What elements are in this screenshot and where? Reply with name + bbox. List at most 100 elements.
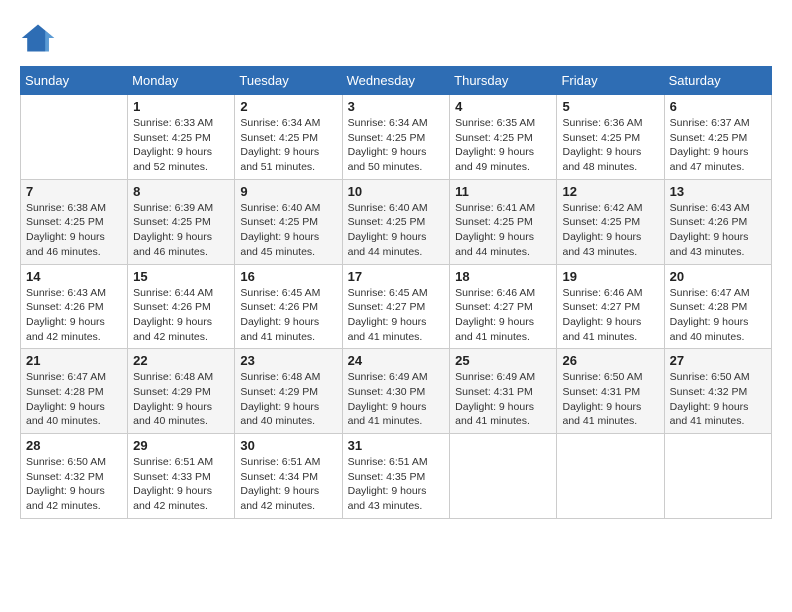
calendar-cell: 4 Sunrise: 6:35 AMSunset: 4:25 PMDaylight… xyxy=(450,95,557,180)
day-number: 16 xyxy=(240,269,336,284)
day-info: Sunrise: 6:45 AMSunset: 4:27 PMDaylight:… xyxy=(348,286,445,345)
calendar-cell: 8 Sunrise: 6:39 AMSunset: 4:25 PMDaylight… xyxy=(128,179,235,264)
calendar-cell xyxy=(21,95,128,180)
day-info: Sunrise: 6:50 AMSunset: 4:32 PMDaylight:… xyxy=(26,455,122,514)
col-header-monday: Monday xyxy=(128,67,235,95)
day-number: 25 xyxy=(455,353,551,368)
calendar-cell xyxy=(664,434,771,519)
day-number: 14 xyxy=(26,269,122,284)
calendar-header-row: SundayMondayTuesdayWednesdayThursdayFrid… xyxy=(21,67,772,95)
calendar-cell: 28 Sunrise: 6:50 AMSunset: 4:32 PMDayligh… xyxy=(21,434,128,519)
day-info: Sunrise: 6:48 AMSunset: 4:29 PMDaylight:… xyxy=(133,370,229,429)
calendar-cell: 19 Sunrise: 6:46 AMSunset: 4:27 PMDayligh… xyxy=(557,264,664,349)
calendar-cell: 13 Sunrise: 6:43 AMSunset: 4:26 PMDayligh… xyxy=(664,179,771,264)
calendar-cell: 31 Sunrise: 6:51 AMSunset: 4:35 PMDayligh… xyxy=(342,434,450,519)
day-number: 19 xyxy=(562,269,658,284)
calendar-cell: 11 Sunrise: 6:41 AMSunset: 4:25 PMDayligh… xyxy=(450,179,557,264)
day-info: Sunrise: 6:49 AMSunset: 4:30 PMDaylight:… xyxy=(348,370,445,429)
day-number: 18 xyxy=(455,269,551,284)
day-number: 11 xyxy=(455,184,551,199)
calendar-cell xyxy=(450,434,557,519)
day-number: 15 xyxy=(133,269,229,284)
col-header-tuesday: Tuesday xyxy=(235,67,342,95)
day-number: 5 xyxy=(562,99,658,114)
calendar-cell: 14 Sunrise: 6:43 AMSunset: 4:26 PMDayligh… xyxy=(21,264,128,349)
day-number: 28 xyxy=(26,438,122,453)
day-info: Sunrise: 6:51 AMSunset: 4:33 PMDaylight:… xyxy=(133,455,229,514)
col-header-friday: Friday xyxy=(557,67,664,95)
day-number: 9 xyxy=(240,184,336,199)
col-header-saturday: Saturday xyxy=(664,67,771,95)
day-info: Sunrise: 6:51 AMSunset: 4:35 PMDaylight:… xyxy=(348,455,445,514)
day-info: Sunrise: 6:47 AMSunset: 4:28 PMDaylight:… xyxy=(670,286,766,345)
day-info: Sunrise: 6:38 AMSunset: 4:25 PMDaylight:… xyxy=(26,201,122,260)
calendar-cell: 9 Sunrise: 6:40 AMSunset: 4:25 PMDaylight… xyxy=(235,179,342,264)
day-number: 21 xyxy=(26,353,122,368)
day-info: Sunrise: 6:35 AMSunset: 4:25 PMDaylight:… xyxy=(455,116,551,175)
day-info: Sunrise: 6:40 AMSunset: 4:25 PMDaylight:… xyxy=(240,201,336,260)
calendar-cell: 23Sunrise: 6:48 AMSunset: 4:29 PMDayligh… xyxy=(235,349,342,434)
page-header xyxy=(20,20,772,56)
calendar-cell: 7 Sunrise: 6:38 AMSunset: 4:25 PMDaylight… xyxy=(21,179,128,264)
day-info: Sunrise: 6:43 AMSunset: 4:26 PMDaylight:… xyxy=(670,201,766,260)
day-number: 10 xyxy=(348,184,445,199)
calendar-cell: 12Sunrise: 6:42 AMSunset: 4:25 PMDayligh… xyxy=(557,179,664,264)
day-number: 20 xyxy=(670,269,766,284)
col-header-sunday: Sunday xyxy=(21,67,128,95)
day-number: 7 xyxy=(26,184,122,199)
day-info: Sunrise: 6:49 AMSunset: 4:31 PMDaylight:… xyxy=(455,370,551,429)
calendar-week-row: 1 Sunrise: 6:33 AMSunset: 4:25 PMDaylight… xyxy=(21,95,772,180)
day-info: Sunrise: 6:45 AMSunset: 4:26 PMDaylight:… xyxy=(240,286,336,345)
day-info: Sunrise: 6:44 AMSunset: 4:26 PMDaylight:… xyxy=(133,286,229,345)
day-info: Sunrise: 6:50 AMSunset: 4:32 PMDaylight:… xyxy=(670,370,766,429)
day-info: Sunrise: 6:41 AMSunset: 4:25 PMDaylight:… xyxy=(455,201,551,260)
day-info: Sunrise: 6:37 AMSunset: 4:25 PMDaylight:… xyxy=(670,116,766,175)
calendar-week-row: 7 Sunrise: 6:38 AMSunset: 4:25 PMDaylight… xyxy=(21,179,772,264)
calendar-table: SundayMondayTuesdayWednesdayThursdayFrid… xyxy=(20,66,772,519)
day-info: Sunrise: 6:47 AMSunset: 4:28 PMDaylight:… xyxy=(26,370,122,429)
calendar-cell: 21 Sunrise: 6:47 AMSunset: 4:28 PMDayligh… xyxy=(21,349,128,434)
calendar-cell: 20 Sunrise: 6:47 AMSunset: 4:28 PMDayligh… xyxy=(664,264,771,349)
logo xyxy=(20,20,60,56)
calendar-cell: 16 Sunrise: 6:45 AMSunset: 4:26 PMDayligh… xyxy=(235,264,342,349)
calendar-cell: 30Sunrise: 6:51 AMSunset: 4:34 PMDayligh… xyxy=(235,434,342,519)
day-number: 1 xyxy=(133,99,229,114)
day-number: 31 xyxy=(348,438,445,453)
calendar-cell: 24 Sunrise: 6:49 AMSunset: 4:30 PMDayligh… xyxy=(342,349,450,434)
calendar-cell: 29 Sunrise: 6:51 AMSunset: 4:33 PMDayligh… xyxy=(128,434,235,519)
day-number: 4 xyxy=(455,99,551,114)
col-header-thursday: Thursday xyxy=(450,67,557,95)
day-info: Sunrise: 6:46 AMSunset: 4:27 PMDaylight:… xyxy=(562,286,658,345)
day-info: Sunrise: 6:33 AMSunset: 4:25 PMDaylight:… xyxy=(133,116,229,175)
day-info: Sunrise: 6:34 AMSunset: 4:25 PMDaylight:… xyxy=(240,116,336,175)
day-number: 30 xyxy=(240,438,336,453)
calendar-cell: 27 Sunrise: 6:50 AMSunset: 4:32 PMDayligh… xyxy=(664,349,771,434)
calendar-cell: 15 Sunrise: 6:44 AMSunset: 4:26 PMDayligh… xyxy=(128,264,235,349)
day-number: 13 xyxy=(670,184,766,199)
day-number: 26 xyxy=(562,353,658,368)
day-number: 8 xyxy=(133,184,229,199)
calendar-cell: 18 Sunrise: 6:46 AMSunset: 4:27 PMDayligh… xyxy=(450,264,557,349)
day-info: Sunrise: 6:50 AMSunset: 4:31 PMDaylight:… xyxy=(562,370,658,429)
day-number: 24 xyxy=(348,353,445,368)
day-info: Sunrise: 6:36 AMSunset: 4:25 PMDaylight:… xyxy=(562,116,658,175)
calendar-cell xyxy=(557,434,664,519)
day-number: 27 xyxy=(670,353,766,368)
calendar-week-row: 28 Sunrise: 6:50 AMSunset: 4:32 PMDayligh… xyxy=(21,434,772,519)
day-number: 3 xyxy=(348,99,445,114)
day-number: 17 xyxy=(348,269,445,284)
calendar-cell: 3 Sunrise: 6:34 AMSunset: 4:25 PMDaylight… xyxy=(342,95,450,180)
col-header-wednesday: Wednesday xyxy=(342,67,450,95)
day-number: 29 xyxy=(133,438,229,453)
calendar-cell: 10Sunrise: 6:40 AMSunset: 4:25 PMDayligh… xyxy=(342,179,450,264)
calendar-cell: 17 Sunrise: 6:45 AMSunset: 4:27 PMDayligh… xyxy=(342,264,450,349)
calendar-week-row: 21 Sunrise: 6:47 AMSunset: 4:28 PMDayligh… xyxy=(21,349,772,434)
logo-icon xyxy=(20,20,56,56)
day-info: Sunrise: 6:39 AMSunset: 4:25 PMDaylight:… xyxy=(133,201,229,260)
day-info: Sunrise: 6:34 AMSunset: 4:25 PMDaylight:… xyxy=(348,116,445,175)
day-info: Sunrise: 6:43 AMSunset: 4:26 PMDaylight:… xyxy=(26,286,122,345)
day-number: 23 xyxy=(240,353,336,368)
day-number: 22 xyxy=(133,353,229,368)
day-number: 2 xyxy=(240,99,336,114)
day-info: Sunrise: 6:46 AMSunset: 4:27 PMDaylight:… xyxy=(455,286,551,345)
